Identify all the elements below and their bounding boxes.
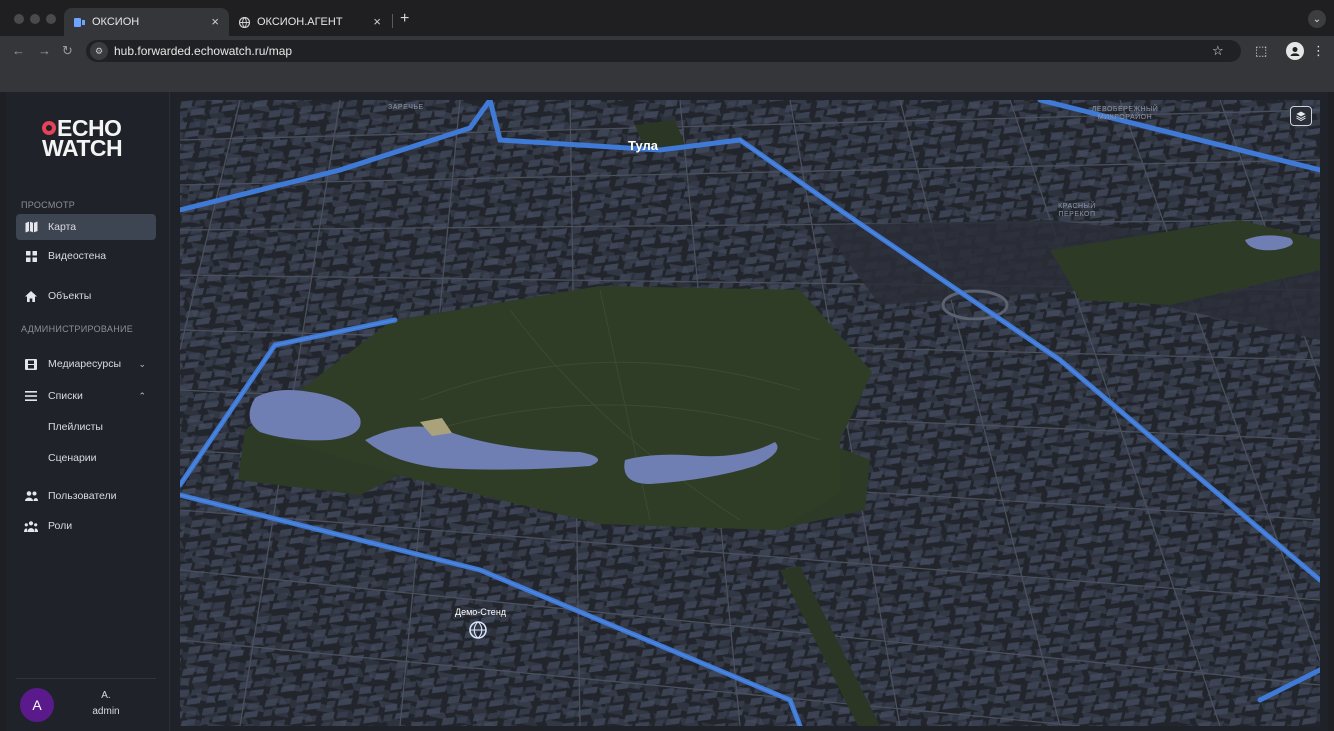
- globe-icon: [239, 16, 250, 28]
- address-bar-url[interactable]: hub.forwarded.echowatch.ru/map: [114, 44, 292, 58]
- sidebar-item-objects[interactable]: Объекты: [16, 283, 156, 309]
- sidebar-item-lists[interactable]: Списки ⌃: [16, 383, 156, 409]
- sidebar-item-label: Карта: [48, 221, 77, 233]
- sidebar: ECHO WATCH ПРОСМОТР Карта Видеостена Объ…: [6, 92, 170, 731]
- browser-tab-bar: ОКСИОН × ОКСИОН.АГЕНТ × + ⌄: [0, 0, 1334, 36]
- tab-favicon-icon: [74, 17, 85, 28]
- sidebar-item-videowall[interactable]: Видеостена: [16, 243, 156, 269]
- sidebar-item-scenarios[interactable]: Сценарии: [48, 452, 97, 464]
- tab-close-icon[interactable]: ×: [211, 14, 219, 29]
- echowatch-logo: ECHO WATCH: [42, 115, 123, 161]
- section-title-view: ПРОСМОТР: [21, 200, 76, 210]
- tab-separator: [392, 14, 393, 28]
- district-label-right: КРАСНЫЙ ПЕРЕКОП: [1058, 203, 1096, 218]
- roles-icon: [24, 519, 38, 533]
- home-icon: [24, 289, 38, 303]
- back-icon[interactable]: ←: [12, 43, 25, 58]
- address-bar[interactable]: ⚙ hub.forwarded.echowatch.ru/map: [86, 40, 1241, 62]
- bookmark-bar: [0, 66, 1334, 92]
- window-zoom-button[interactable]: [46, 14, 56, 24]
- sidebar-item-map[interactable]: Карта: [16, 214, 156, 240]
- sidebar-item-label: Роли: [48, 520, 73, 532]
- sidebar-item-label: Медиаресурсы: [48, 358, 122, 370]
- tab-oksion[interactable]: ОКСИОН ×: [64, 8, 229, 36]
- tab-oksion-agent[interactable]: ОКСИОН.АГЕНТ ×: [229, 8, 391, 36]
- marker-label[interactable]: Демо-Стенд: [455, 607, 506, 617]
- city-label: Тула: [628, 138, 658, 153]
- extensions-icon[interactable]: ⬚: [1255, 43, 1267, 59]
- sidebar-divider: [16, 678, 156, 679]
- forward-icon[interactable]: →: [38, 43, 51, 58]
- app-root: ECHO WATCH ПРОСМОТР Карта Видеостена Объ…: [6, 92, 1328, 731]
- layers-icon: [1296, 111, 1306, 121]
- sidebar-item-label: Списки: [48, 390, 83, 402]
- tab-search-chevron-icon[interactable]: ⌄: [1308, 10, 1326, 28]
- district-label-top: ЗАРЕЧЬЕ: [388, 104, 424, 111]
- site-settings-icon[interactable]: ⚙: [90, 42, 108, 60]
- tab-title: ОКСИОН.АГЕНТ: [257, 16, 343, 28]
- window-minimize-button[interactable]: [30, 14, 40, 24]
- new-tab-icon[interactable]: +: [400, 10, 409, 28]
- list-icon: [24, 389, 38, 403]
- sidebar-item-media[interactable]: Медиаресурсы ⌄: [16, 351, 156, 377]
- layers-button[interactable]: [1290, 106, 1312, 126]
- sidebar-item-label: Пользователи: [48, 490, 117, 502]
- window-close-button[interactable]: [14, 14, 24, 24]
- user-role: admin: [92, 706, 120, 717]
- browser-toolbar: ← → ↻ ⚙ hub.forwarded.echowatch.ru/map ☆…: [0, 36, 1334, 66]
- bookmark-star-icon[interactable]: ☆: [1212, 43, 1224, 59]
- user-name: A.: [101, 690, 111, 701]
- chevron-down-icon[interactable]: ⌄: [138, 359, 146, 370]
- chevron-up-icon[interactable]: ⌃: [138, 391, 146, 402]
- map-view[interactable]: Тула ЗАРЕЧЬЕ ЛЕВОБЕРЕЖНЫЙ МИКРОРАЙОН КРА…: [180, 100, 1320, 726]
- sidebar-item-roles[interactable]: Роли: [16, 513, 156, 539]
- map-canvas[interactable]: [180, 100, 1320, 726]
- logo-mark-icon: [42, 121, 56, 135]
- reload-icon[interactable]: ↻: [62, 43, 73, 59]
- sidebar-item-label: Объекты: [48, 290, 92, 302]
- profile-avatar-icon[interactable]: [1286, 42, 1304, 60]
- map-icon: [24, 220, 38, 234]
- tab-close-icon[interactable]: ×: [373, 14, 381, 29]
- district-label-topright: ЛЕВОБЕРЕЖНЫЙ МИКРОРАЙОН: [1091, 106, 1159, 121]
- section-title-admin: АДМИНИСТРИРОВАНИЕ: [21, 324, 134, 334]
- users-icon: [24, 489, 38, 503]
- sidebar-item-playlists[interactable]: Плейлисты: [48, 421, 103, 433]
- tab-title: ОКСИОН: [92, 16, 140, 28]
- sidebar-item-users[interactable]: Пользователи: [16, 483, 156, 509]
- sidebar-item-label: Видеостена: [48, 250, 107, 262]
- avatar[interactable]: A: [20, 688, 54, 722]
- browser-menu-icon[interactable]: ⋮: [1312, 43, 1325, 59]
- film-icon: [24, 357, 38, 371]
- grid-icon: [24, 249, 38, 263]
